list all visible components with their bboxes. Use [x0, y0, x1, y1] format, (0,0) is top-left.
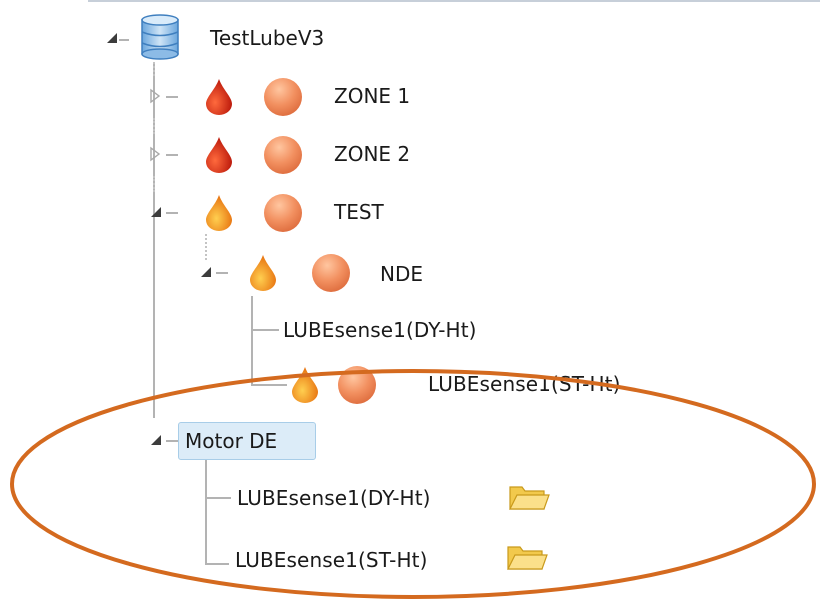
- tree-connector-branch: [251, 384, 287, 386]
- tree-connector-motor: [205, 460, 207, 564]
- orange-ball-icon: [336, 364, 378, 406]
- orange-drop-icon: [248, 254, 278, 292]
- tree-connector-branch: [166, 96, 178, 98]
- orange-ball-icon: [262, 134, 304, 176]
- orange-drop-icon: [290, 366, 320, 404]
- tree-connector-branch: [119, 39, 129, 41]
- tree-connector-dotted: [153, 176, 155, 192]
- expand-toggle-root[interactable]: [104, 30, 120, 46]
- tree-node-label-motor-st[interactable]: LUBEsense1(ST-Ht): [235, 548, 427, 572]
- expand-toggle-motor-de[interactable]: [148, 432, 164, 448]
- tree-node-label-test[interactable]: TEST: [334, 200, 384, 224]
- orange-drop-icon: [204, 194, 234, 232]
- tree-node-label-nde-dy[interactable]: LUBEsense1(DY-Ht): [283, 318, 477, 342]
- tree-connector-branch: [166, 440, 178, 442]
- tree-node-label-nde-st[interactable]: LUBEsense1(ST-Ht): [428, 372, 620, 396]
- tree-node-label-motor-dy[interactable]: LUBEsense1(DY-Ht): [237, 486, 431, 510]
- tree-connector-dotted: [153, 62, 155, 76]
- tree-node-label-nde[interactable]: NDE: [380, 262, 423, 286]
- tree-connector-branch: [166, 154, 178, 156]
- expand-toggle-nde[interactable]: [198, 264, 214, 280]
- orange-ball-icon: [262, 76, 304, 118]
- expand-toggle-zone1[interactable]: [147, 88, 163, 104]
- tree-connector-dotted: [153, 118, 155, 134]
- tree-connector-branch: [166, 212, 178, 214]
- tree-node-label-root[interactable]: TestLubeV3: [210, 26, 324, 50]
- header-divider: [88, 0, 820, 2]
- tree-connector-branch: [205, 497, 231, 499]
- orange-ball-icon: [310, 252, 352, 294]
- tree-view: TestLubeV3 ZONE 1 ZONE 2 TEST NDE LUBEse…: [0, 0, 820, 601]
- tree-connector-branch: [205, 563, 229, 565]
- orange-ball-icon: [262, 192, 304, 234]
- tree-node-label-zone2[interactable]: ZONE 2: [334, 142, 410, 166]
- tree-node-label-zone1[interactable]: ZONE 1: [334, 84, 410, 108]
- red-drop-icon: [204, 78, 234, 116]
- tree-connector-branch: [216, 272, 228, 274]
- tree-connector-branch: [251, 329, 279, 331]
- tree-connector-root: [153, 62, 155, 418]
- selected-tree-node-motor-de[interactable]: Motor DE: [178, 422, 316, 460]
- expand-toggle-zone2[interactable]: [147, 146, 163, 162]
- database-icon: [139, 12, 181, 62]
- folder-icon[interactable]: [505, 542, 549, 574]
- expand-toggle-test[interactable]: [148, 204, 164, 220]
- tree-connector-nde: [251, 296, 253, 384]
- tree-connector-dotted: [205, 234, 207, 260]
- folder-icon[interactable]: [507, 482, 551, 514]
- red-drop-icon: [204, 136, 234, 174]
- tree-node-label-motor-de: Motor DE: [185, 429, 278, 453]
